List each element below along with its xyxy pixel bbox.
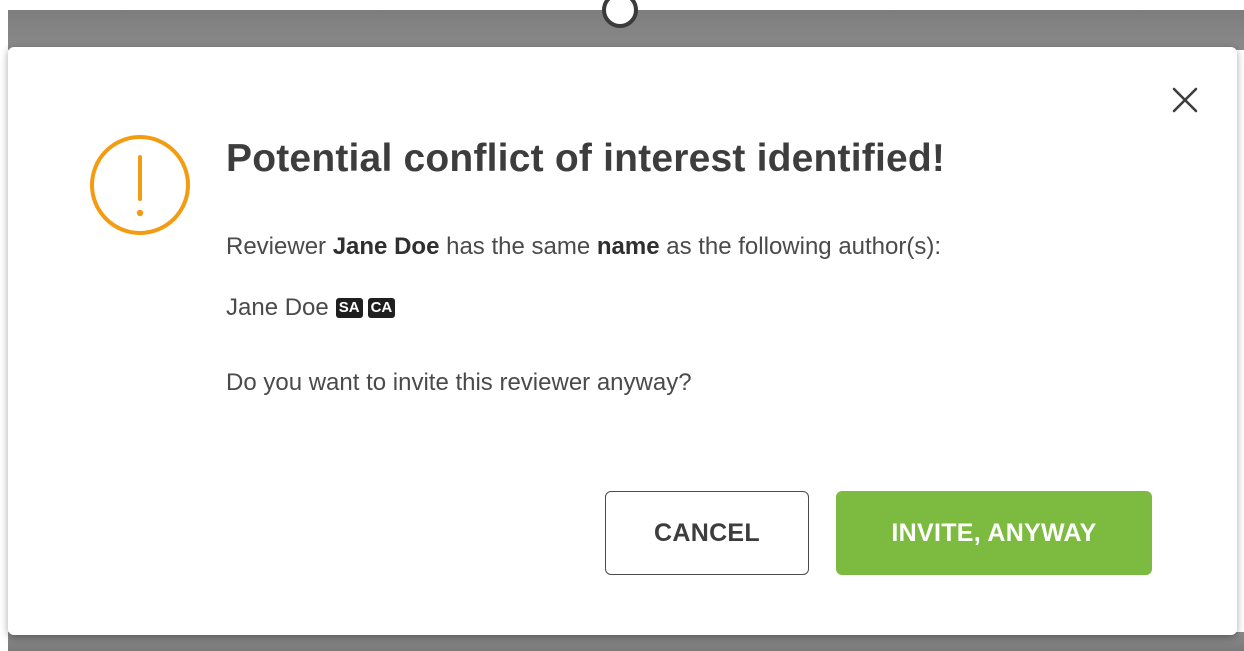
dialog-title: Potential conflict of interest identifie…: [226, 137, 946, 180]
conflict-dialog: Potential conflict of interest identifie…: [8, 47, 1237, 635]
reviewer-name: Jane Doe: [332, 233, 440, 260]
close-icon: [1172, 87, 1198, 113]
author-item: Jane Doe SA CA: [226, 294, 396, 322]
close-button[interactable]: [1168, 83, 1202, 117]
description-middle: has the same: [439, 233, 597, 260]
author-name: Jane Doe: [226, 294, 329, 321]
author-badge-sa: SA: [335, 298, 363, 318]
confirmation-question: Do you want to invite this reviewer anyw…: [226, 369, 692, 396]
conflict-description: Reviewer Jane Doe has the same name as t…: [226, 233, 941, 261]
author-badge-ca: CA: [367, 298, 396, 318]
description-suffix: as the following author(s):: [659, 233, 942, 260]
match-field: name: [596, 233, 660, 260]
description-prefix: Reviewer: [226, 233, 333, 260]
cancel-button[interactable]: CANCEL: [605, 491, 809, 575]
invite-anyway-button[interactable]: INVITE, ANYWAY: [836, 491, 1152, 575]
warning-icon: [88, 133, 192, 237]
